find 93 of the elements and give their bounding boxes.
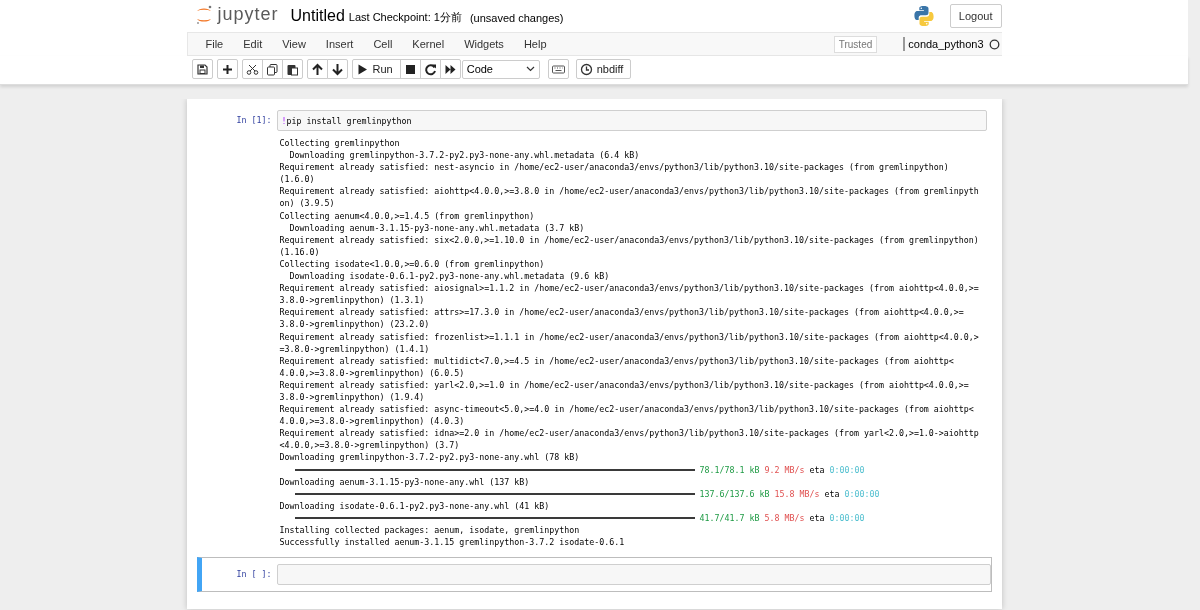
output-line: Downloading gremlinpython-3.7.2-py2.py3-none-any.whl.metadata (6.4 kB)	[288, 149, 641, 162]
save-status: (unsaved changes)	[469, 10, 564, 24]
downloaded-size: 137.6/137.6 kB	[699, 487, 770, 500]
menu-item[interactable]: Kernel	[402, 38, 455, 50]
output-line: =3.8.0->gremlinpython) (1.4.1)	[279, 342, 431, 355]
output-line: Downloading aenum-3.1.15-py3-none-any.whl.metadata (3.7 kB)	[288, 221, 586, 234]
copy-button[interactable]	[261, 59, 283, 79]
menu-item[interactable]: Edit	[233, 38, 273, 50]
up-arrow-button[interactable]	[306, 59, 328, 79]
output-line: Collecting aenum<4.0.0,>=1.4.5 (from gremlinpython)	[279, 209, 536, 222]
code-text: !pip install gremlinpython	[281, 115, 412, 126]
download-speed: 9.2 MB/s	[764, 463, 805, 476]
plus-button[interactable]	[216, 59, 238, 79]
output-line: Requirement already satisfied: nest-asyncio in /home/ec2-user/anaconda3/envs/python3/lib/python3.10/site-packages (from gremlinpython)	[279, 161, 950, 174]
output-line: Requirement already satisfied: async-timeout<5.0,>=4.0 in /home/ec2-user/anaconda3/envs/python3/lib/python3.10/site-packages (from aiohttp<	[279, 403, 975, 416]
clipboard-icon	[285, 62, 299, 76]
output-line: <4.0.0,>=3.8.0->gremlinpython) (3.7)	[279, 439, 461, 452]
output-line: Requirement already satisfied: attrs>=17.3.0 in /home/ec2-user/anaconda3/envs/python3/lib/python3.10/site-packages (from aiohttp<4.0.0,>=	[279, 306, 965, 319]
eta-time: 0:00:00	[829, 463, 865, 476]
clipboard-button[interactable]	[281, 59, 303, 79]
output-line: Requirement already satisfied: aiosignal>=1.1.2 in /home/ec2-user/anaconda3/envs/python3/lib/python3.10/site-packages (from aiohttp<4.0.0,>=	[279, 282, 980, 295]
code-input[interactable]: !pip install gremlinpython	[276, 110, 987, 131]
checkpoint-status: Last Checkpoint: 1分前	[348, 10, 462, 25]
output-line: 3.8.0->gremlinpython) (1.3.1)	[279, 294, 426, 307]
run-button[interactable]: Run	[351, 59, 401, 79]
output-line: Requirement already satisfied: multidict<7.0,>=4.5 in /home/ec2-user/anaconda3/envs/python3/lib/python3.10/site-packages (from aiohttp<	[279, 354, 955, 367]
downloaded-size: 41.7/41.7 kB	[699, 511, 760, 524]
down-arrow-icon	[330, 62, 344, 76]
logo-text: jupyter	[217, 4, 279, 25]
nbdiff-button[interactable]: nbdiff	[575, 59, 632, 79]
keyboard-icon	[551, 62, 565, 76]
output-line: Installing collected packages: aenum, isodate, gremlinpython	[279, 524, 581, 537]
output-line: on) (3.9.5)	[279, 197, 336, 210]
eta-time: 0:00:00	[829, 511, 865, 524]
down-arrow-button[interactable]	[326, 59, 348, 79]
logo-arcs-icon	[194, 5, 213, 25]
output-line: 4.0.0,>=3.8.0->gremlinpython) (4.0.3)	[279, 415, 466, 428]
output-line: Requirement already satisfied: six<2.0.0,>=1.10.0 in /home/ec2-user/anaconda3/envs/python3/lib/python3.10/site-packages (from gremlinpython)	[279, 233, 980, 246]
output-line: Downloading gremlinpython-3.7.2-py2.py3-none-any.whl (78 kB)	[279, 451, 581, 464]
output-line: (1.6.0)	[279, 173, 316, 186]
download-speed: 5.8 MB/s	[764, 511, 805, 524]
restart-icon	[423, 62, 437, 76]
play-icon	[355, 62, 369, 76]
cell-type-dropdown[interactable]: Code	[461, 59, 540, 79]
code-input[interactable]	[276, 564, 991, 586]
output-line: Requirement already satisfied: idna>=2.0 in /home/ec2-user/anaconda3/envs/python3/lib/python3.10/site-packages (from yarl<2.0,>=1.0->aiohttp	[279, 427, 980, 440]
output-line: Downloading isodate-0.6.1-py2.py3-none-any.whl (41 kB)	[279, 499, 551, 512]
output-line: Requirement already satisfied: frozenlist>=1.1.1 in /home/ec2-user/anaconda3/envs/python3/lib/python3.10/site-packages (from aiohttp<4.0.0,>	[279, 330, 980, 343]
output-line: Collecting isodate<1.0.0,>=0.6.0 (from gremlinpython)	[279, 257, 546, 271]
menu-item[interactable]: Insert	[315, 38, 364, 50]
kernel-name[interactable]: conda_python3	[908, 38, 984, 50]
copy-icon	[265, 62, 279, 76]
stop-icon	[403, 62, 417, 76]
menu-item[interactable]: View	[272, 38, 316, 50]
eta-label: eta	[809, 463, 825, 476]
menu-item[interactable]: Cell	[363, 38, 403, 50]
notebook-title[interactable]: Untitled	[290, 7, 345, 25]
output-line: Requirement already satisfied: aiohttp<4.0.0,>=3.8.0 in /home/ec2-user/anaconda3/envs/python3/lib/python3.10/site-packages (from gremlinpyth	[279, 185, 980, 198]
output-line: Downloading aenum-3.1.15-py3-none-any.whl (137 kB)	[279, 475, 531, 488]
menu-item[interactable]: Widgets	[454, 38, 514, 50]
output-line: Collecting gremlinpython	[279, 137, 401, 150]
input-prompt: In [ ]:	[235, 568, 273, 582]
logout-button[interactable]: Logout	[949, 4, 1002, 28]
output-line: 3.8.0->gremlinpython) (1.9.4)	[279, 390, 426, 404]
plus-icon	[220, 62, 234, 76]
code-cell[interactable]: In [ ]:	[196, 557, 992, 593]
keyboard-button[interactable]	[547, 59, 569, 79]
save-icon	[195, 62, 209, 76]
fast-forward-button[interactable]	[439, 59, 461, 79]
menu-item[interactable]: Help	[513, 38, 557, 50]
output-line: Requirement already satisfied: yarl<2.0,>=1.0 in /home/ec2-user/anaconda3/envs/python3/lib/python3.10/site-packages (from aiohttp<4.0.0,>=	[279, 378, 970, 391]
stop-button[interactable]	[399, 59, 421, 79]
scissors-icon	[245, 62, 259, 76]
up-arrow-icon	[310, 62, 324, 76]
output-line: 3.8.0->gremlinpython) (23.2.0)	[279, 318, 431, 331]
restart-button[interactable]	[419, 59, 441, 79]
eta-label: eta	[824, 487, 840, 500]
trusted-indicator[interactable]: Trusted	[833, 35, 878, 53]
output-line: Downloading isodate-0.6.1-py2.py3-none-any.whl.metadata (9.6 kB)	[288, 270, 611, 283]
save-button[interactable]	[191, 59, 213, 79]
scissors-button[interactable]	[241, 59, 263, 79]
chevron-down-icon	[525, 66, 535, 72]
clock-icon	[579, 62, 593, 76]
downloaded-size: 78.1/78.1 kB	[699, 463, 760, 476]
input-prompt: In [1]:	[235, 114, 273, 127]
download-speed: 15.8 MB/s	[774, 487, 820, 500]
eta-label: eta	[809, 511, 825, 524]
output-line: 4.0.0,>=3.8.0->gremlinpython) (6.0.5)	[279, 366, 466, 379]
output-line: Successfully installed aenum-3.1.15 gremlinpython-3.7.2 isodate-0.6.1	[279, 536, 626, 549]
menu-item[interactable]: File	[195, 38, 234, 50]
eta-time: 0:00:00	[844, 487, 880, 500]
output-line: (1.16.0)	[279, 245, 321, 258]
python-logo-icon	[912, 5, 935, 27]
